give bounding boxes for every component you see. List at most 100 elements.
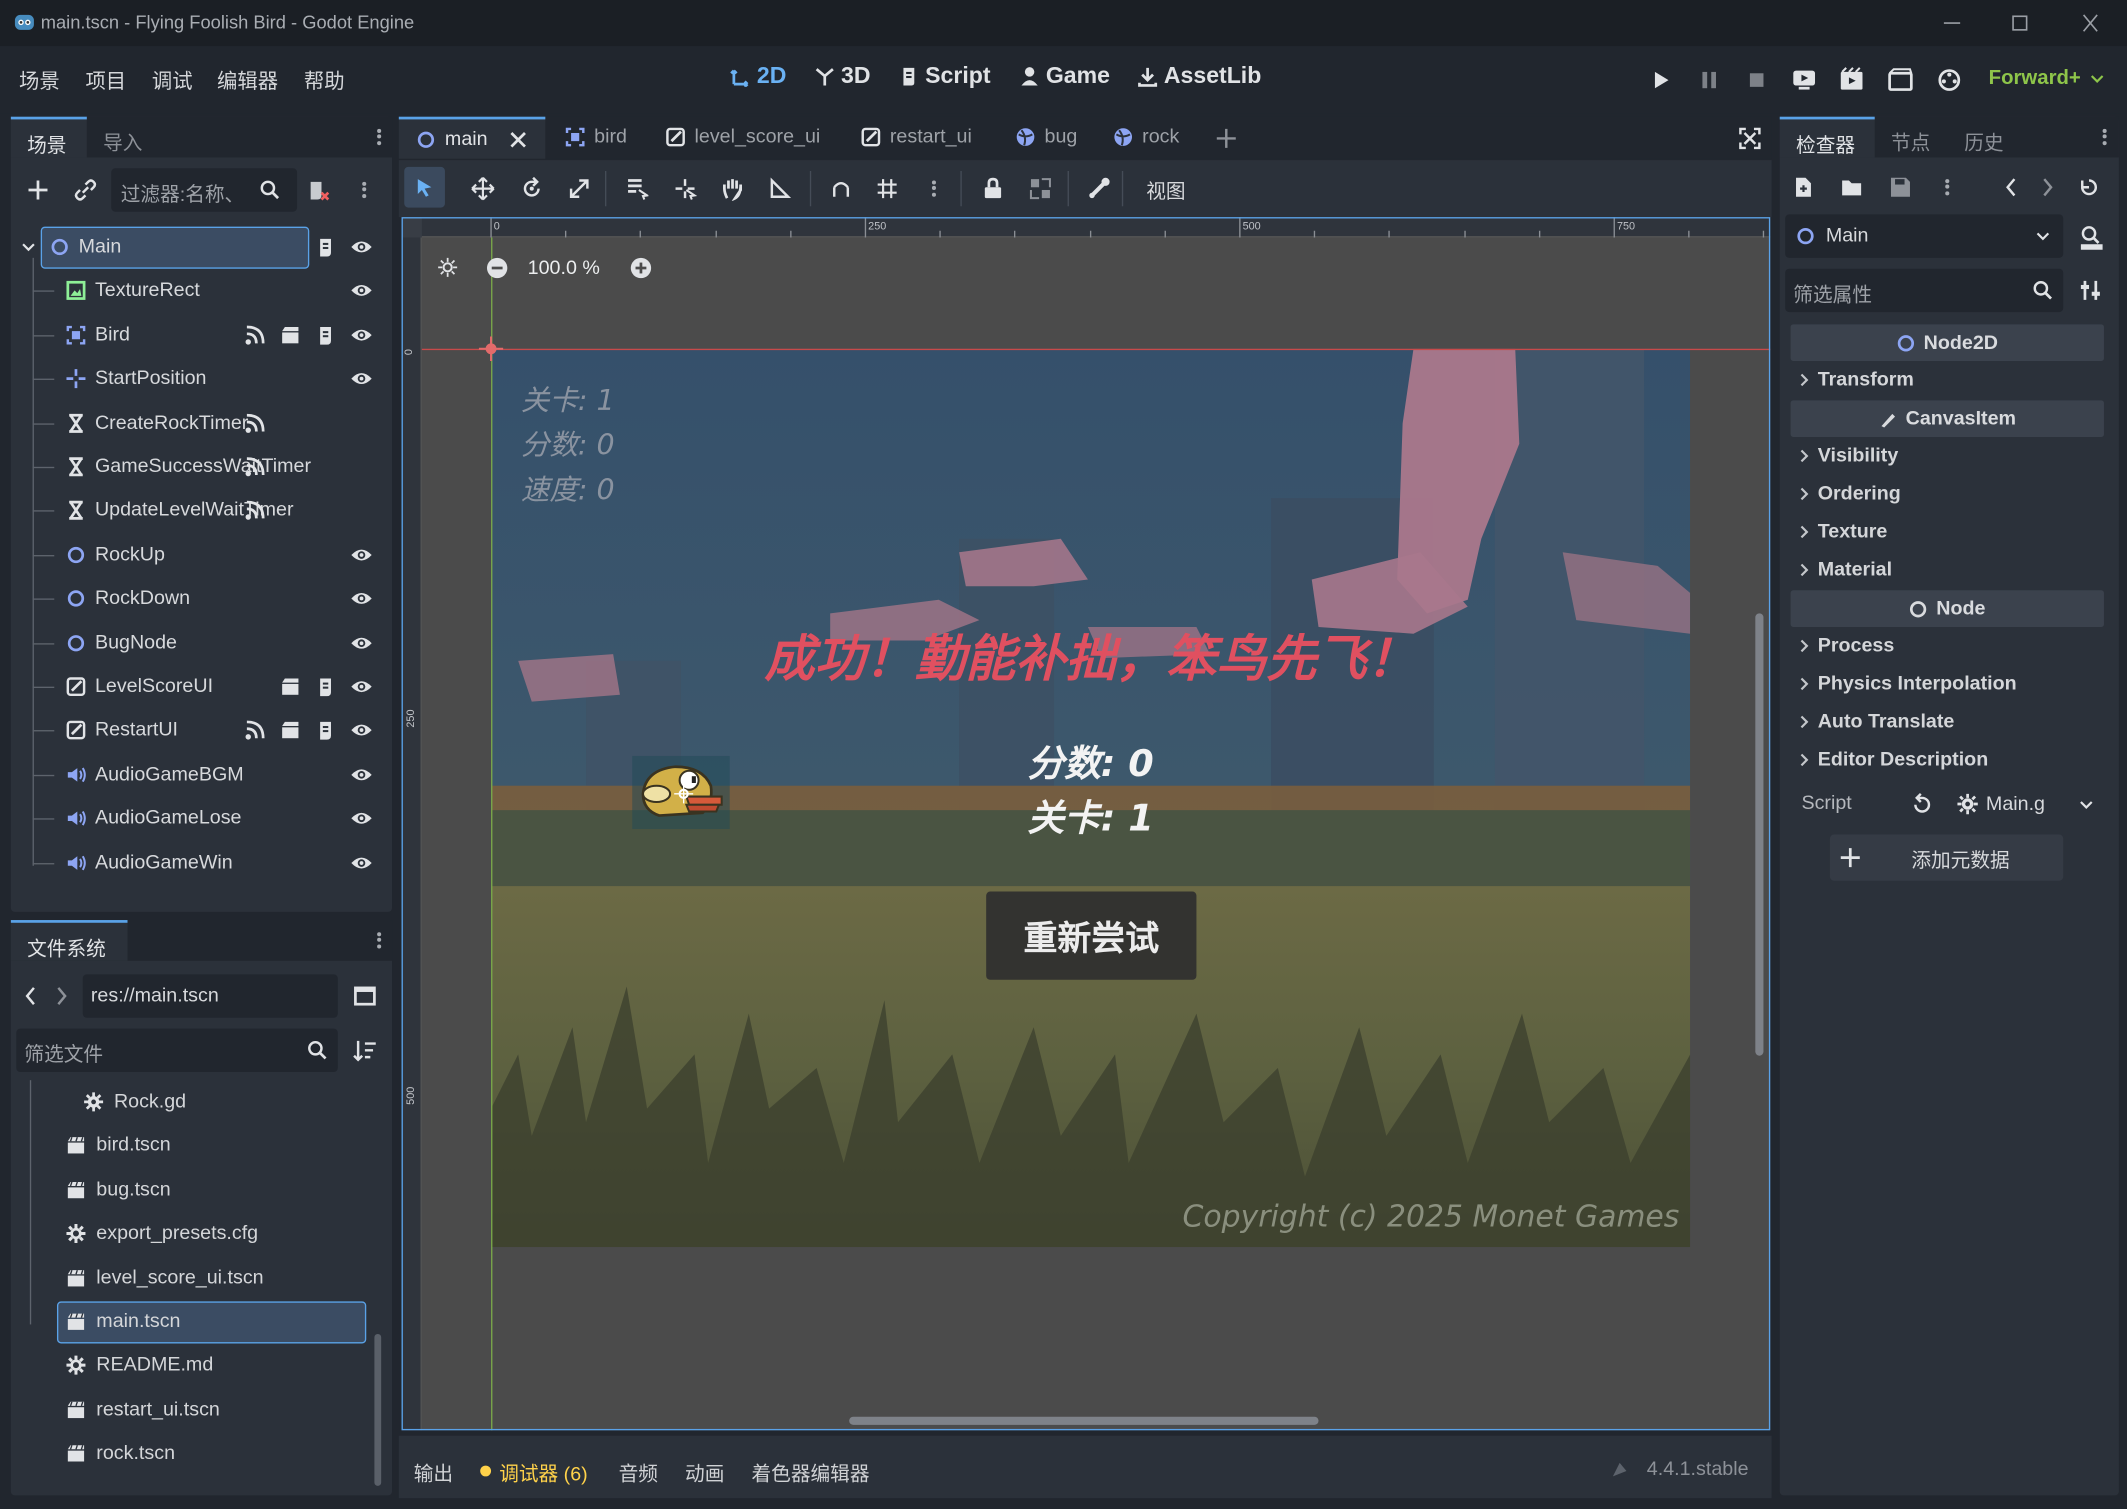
file-list-item[interactable]: README.md xyxy=(11,1344,375,1387)
file-list-item[interactable]: main.tscn xyxy=(11,1300,375,1344)
editor-tab-restart-ui[interactable]: restart_ui xyxy=(860,126,972,148)
visibility-eye-icon[interactable] xyxy=(350,809,373,828)
forward-icon[interactable] xyxy=(53,985,69,1007)
mode-2d-button[interactable]: 2D xyxy=(730,62,786,89)
object-selector[interactable]: Main xyxy=(1785,214,2064,258)
path-field[interactable]: res://main.tscn xyxy=(82,974,338,1018)
mode-game-button[interactable]: Game xyxy=(1019,62,1110,89)
property-filter-input[interactable]: 筛选属性 xyxy=(1785,268,2064,313)
inspector-property-group[interactable]: Ordering xyxy=(1799,483,1901,505)
play-custom-scene-icon[interactable] xyxy=(1887,66,1914,93)
stop-icon[interactable] xyxy=(1743,66,1770,93)
reload-icon[interactable] xyxy=(1910,792,1934,816)
tab-history[interactable]: 历史 xyxy=(1948,117,2020,158)
pause-icon[interactable] xyxy=(1696,66,1723,93)
open-docs-icon[interactable] xyxy=(2078,224,2105,251)
save-icon[interactable] xyxy=(1888,175,1912,199)
center-view-icon[interactable] xyxy=(437,256,459,278)
scene-filter-input[interactable]: 过滤器:名称、 xyxy=(111,168,298,212)
new-resource-icon[interactable] xyxy=(1792,175,1816,199)
editor-tab-bird[interactable]: bird xyxy=(564,126,627,148)
bottom-tab-audio[interactable]: 音频 xyxy=(619,1459,658,1487)
file-filter-input[interactable]: 筛选文件 xyxy=(16,1028,338,1073)
open-folder-icon[interactable] xyxy=(1839,175,1863,199)
object-history-icon[interactable] xyxy=(2077,175,2101,199)
mode-assetlib-button[interactable]: AssetLib xyxy=(1137,62,1261,89)
sort-icon[interactable] xyxy=(353,1038,377,1062)
maximize-icon[interactable] xyxy=(2006,11,2033,35)
distraction-free-icon[interactable] xyxy=(1738,126,1762,150)
scene-tree-node[interactable]: StartPosition xyxy=(11,357,388,400)
editor-tab-rock[interactable]: rock xyxy=(1112,126,1179,148)
visibility-eye-icon[interactable] xyxy=(350,765,373,784)
editor-tab-bug[interactable]: bug xyxy=(1015,126,1077,148)
menu-help[interactable]: 帮助 xyxy=(304,66,345,94)
bottom-tab-animation[interactable]: 动画 xyxy=(685,1459,724,1487)
mode-script-button[interactable]: Script xyxy=(898,62,991,89)
visibility-eye-icon[interactable] xyxy=(350,721,373,740)
ruler-tool-icon[interactable] xyxy=(768,176,792,200)
list-select-icon[interactable] xyxy=(624,176,649,200)
scene-tree-node[interactable]: GameSuccessWaitTimer xyxy=(11,445,388,488)
chevron-down-icon[interactable] xyxy=(2078,798,2094,812)
scene-dock-menu-icon[interactable] xyxy=(377,126,382,148)
file-list-item[interactable]: bug.tscn xyxy=(11,1168,375,1211)
lock-icon[interactable] xyxy=(981,176,1005,200)
file-list-scrollbar[interactable] xyxy=(374,1333,382,1486)
scene-tree-node[interactable]: RockDown xyxy=(11,577,388,620)
pan-tool-icon[interactable] xyxy=(720,176,744,201)
scene-tree-node[interactable]: Bird xyxy=(11,313,388,356)
bottom-tab-output[interactable]: 输出 xyxy=(414,1459,453,1487)
tab-inspector[interactable]: 检查器 xyxy=(1779,116,1875,158)
inspector-property-group[interactable]: Process xyxy=(1799,635,1894,657)
horizontal-scrollbar[interactable] xyxy=(849,1416,1319,1425)
scene-tree-node[interactable]: UpdateLevelWaitTimer xyxy=(11,489,388,532)
file-list-item[interactable]: restart_ui.tscn xyxy=(11,1388,375,1431)
inspector-property-group[interactable]: Transform xyxy=(1799,369,1914,391)
pivot-tool-icon[interactable] xyxy=(673,176,698,200)
visibility-eye-icon[interactable] xyxy=(350,589,373,608)
menu-project[interactable]: 项目 xyxy=(85,66,126,94)
signal-icon[interactable] xyxy=(244,500,266,522)
grid-snap-icon[interactable] xyxy=(875,176,899,200)
toggle-split-icon[interactable] xyxy=(353,984,377,1008)
visibility-eye-icon[interactable] xyxy=(350,633,373,652)
retry-button[interactable]: 重新尝试 xyxy=(986,891,1197,980)
close-window-icon[interactable] xyxy=(2077,11,2104,35)
history-back-icon[interactable] xyxy=(2004,175,2020,199)
snap-options-icon[interactable] xyxy=(931,178,937,200)
visibility-eye-icon[interactable] xyxy=(350,369,373,388)
scene-tree-node[interactable]: RestartUI xyxy=(11,709,388,752)
play-scene-icon[interactable] xyxy=(1838,66,1865,93)
script-icon[interactable] xyxy=(315,324,337,346)
file-list-item[interactable]: bird.tscn xyxy=(11,1124,375,1167)
add-metadata-button[interactable]: 添加元数据 xyxy=(1829,834,2064,881)
scene-tree-node[interactable]: AudioGameBGM xyxy=(11,753,388,796)
renderer-select[interactable]: Forward+ xyxy=(1989,66,2106,90)
remote-debug-icon[interactable] xyxy=(1791,66,1818,93)
script-icon[interactable] xyxy=(315,720,337,742)
smart-snap-icon[interactable] xyxy=(829,176,853,200)
inspector-menu-icon[interactable] xyxy=(2102,126,2108,148)
close-tab-icon[interactable] xyxy=(509,130,528,149)
movie-maker-icon[interactable] xyxy=(1936,66,1963,93)
signal-icon[interactable] xyxy=(244,720,266,742)
visibility-eye-icon[interactable] xyxy=(350,853,373,872)
zoom-in-icon[interactable] xyxy=(629,256,652,279)
inspector-property-group[interactable]: Physics Interpolation xyxy=(1799,673,2017,695)
inspector-category-header[interactable]: CanvasItem xyxy=(1790,400,2104,437)
resource-menu-icon[interactable] xyxy=(1945,176,1950,198)
scene-tree-node[interactable]: CreateRockTimer xyxy=(11,401,388,444)
scale-tool-icon[interactable] xyxy=(567,176,591,200)
file-list-item[interactable]: rock.tscn xyxy=(11,1432,375,1475)
history-forward-icon[interactable] xyxy=(2039,175,2055,199)
scene-tree-node[interactable]: LevelScoreUI xyxy=(11,665,388,708)
inspector-category-header[interactable]: Node xyxy=(1790,590,2104,627)
zoom-level[interactable]: 100.0 % xyxy=(528,258,600,280)
select-tool-button[interactable] xyxy=(404,166,445,208)
file-list-item[interactable]: export_presets.cfg xyxy=(11,1212,375,1255)
tab-scene[interactable]: 场景 xyxy=(10,116,87,158)
back-icon[interactable] xyxy=(23,985,39,1007)
signal-icon[interactable] xyxy=(244,456,266,478)
mode-3d-button[interactable]: 3D xyxy=(814,62,871,89)
